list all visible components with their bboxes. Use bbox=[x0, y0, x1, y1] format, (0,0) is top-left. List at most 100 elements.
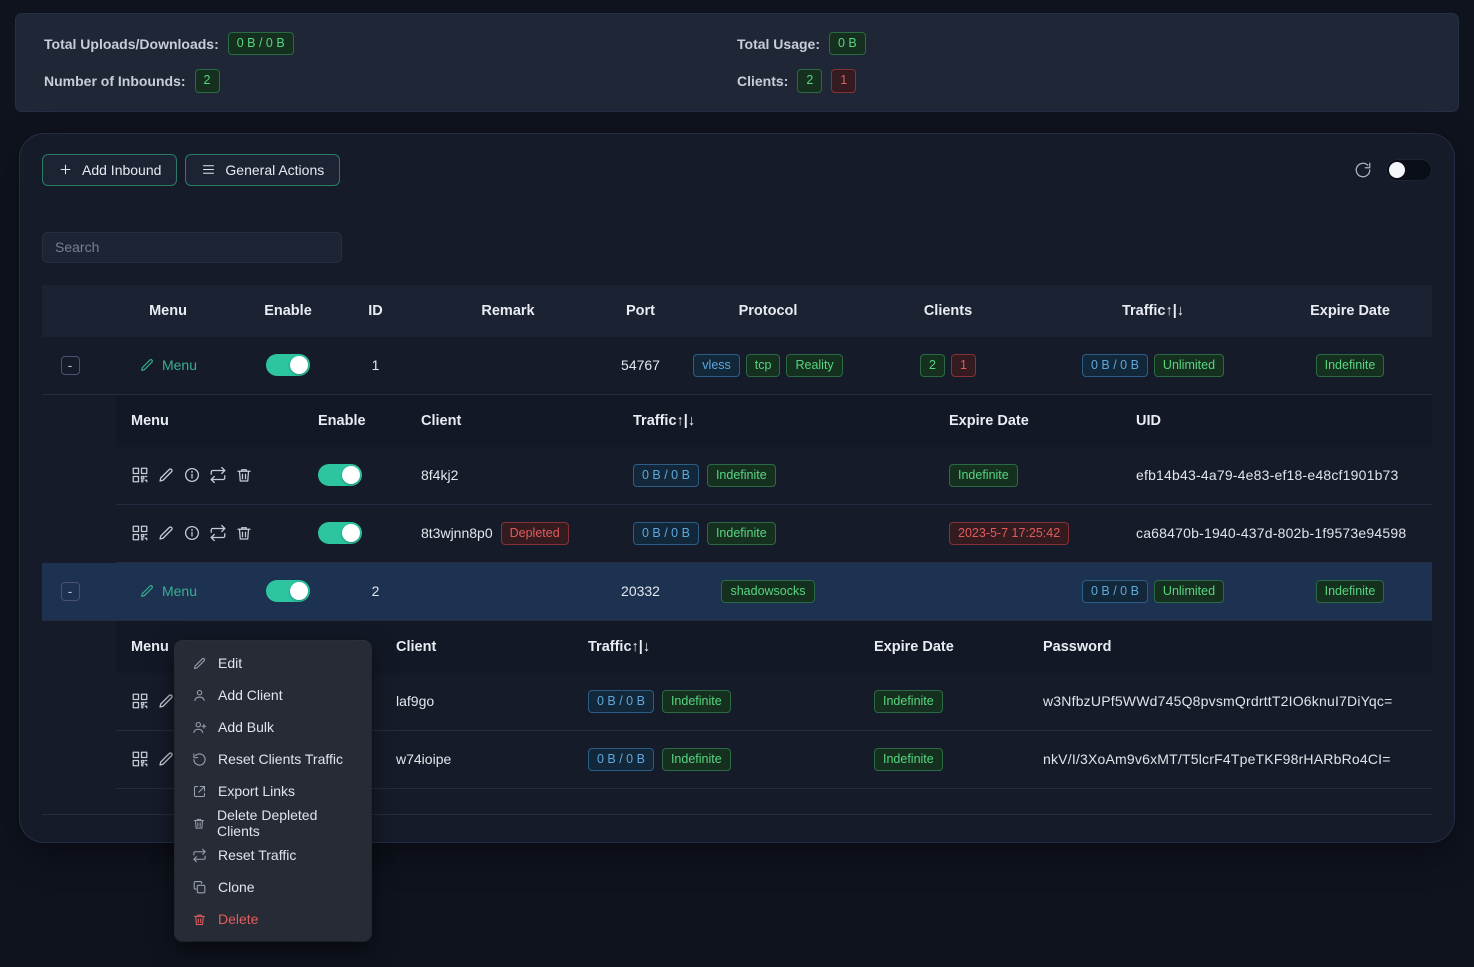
traffic-total-badge: Indefinite bbox=[662, 690, 731, 713]
client-name: w74ioipe bbox=[381, 751, 573, 767]
expire-badge: Indefinite bbox=[1316, 354, 1385, 377]
enable-toggle[interactable] bbox=[318, 522, 362, 544]
menu-item-reset-clients-traffic[interactable]: Reset Clients Traffic bbox=[175, 743, 371, 775]
clients-table-header: Menu Enable Client Traffic↑|↓ Expire Dat… bbox=[116, 395, 1432, 447]
search-input[interactable] bbox=[42, 232, 342, 263]
client-uid: efb14b43-4a79-4e83-ef18-e48cf1901b73 bbox=[1121, 467, 1432, 483]
qr-code-button[interactable] bbox=[131, 750, 149, 768]
collapse-row-button[interactable]: - bbox=[61, 582, 80, 601]
menu-item-label: Add Client bbox=[218, 687, 283, 703]
menu-item-clone[interactable]: Clone bbox=[175, 871, 371, 903]
reset-client-traffic-button[interactable] bbox=[209, 466, 227, 484]
header-password: Password bbox=[1028, 639, 1432, 655]
inbound-port: 54767 bbox=[603, 357, 678, 373]
toggle-knob bbox=[342, 524, 360, 542]
pencil-icon bbox=[157, 466, 175, 484]
menu-item-add-bulk[interactable]: Add Bulk bbox=[175, 711, 371, 743]
header-port: Port bbox=[603, 303, 678, 319]
client-name-cell: 8t3wjnn8p0 Depleted bbox=[406, 522, 618, 545]
inbound-context-menu: Edit Add Client Add Bulk Reset Clients T… bbox=[175, 641, 371, 941]
inbound-clients-counts: 2 1 bbox=[858, 354, 1038, 377]
inbound-traffic: 0 B / 0 B Unlimited bbox=[1038, 580, 1268, 603]
header-menu: Menu bbox=[116, 413, 303, 429]
stat-total-usage-label: Total Usage: bbox=[737, 36, 820, 52]
enable-toggle[interactable] bbox=[318, 464, 362, 486]
edit-client-button[interactable] bbox=[157, 466, 175, 484]
refresh-button[interactable] bbox=[1354, 161, 1372, 179]
client-info-button[interactable] bbox=[183, 466, 201, 484]
client-info-button[interactable] bbox=[183, 524, 201, 542]
toolbar-right bbox=[1354, 159, 1432, 181]
collapse-row-button[interactable]: - bbox=[61, 356, 80, 375]
clone-icon bbox=[192, 880, 207, 895]
protocol-badge: vless bbox=[693, 354, 739, 377]
menu-item-export-links[interactable]: Export Links bbox=[175, 775, 371, 807]
menu-item-add-client[interactable]: Add Client bbox=[175, 679, 371, 711]
inbound-expire: Indefinite bbox=[1268, 580, 1432, 603]
menu-item-label: Reset Clients Traffic bbox=[218, 751, 343, 767]
dark-mode-toggle[interactable] bbox=[1386, 159, 1432, 181]
stat-uploads-downloads: Total Uploads/Downloads: 0 B / 0 B bbox=[44, 32, 737, 55]
qr-code-icon bbox=[131, 750, 149, 768]
refresh-icon bbox=[1354, 161, 1372, 179]
repeat-icon bbox=[192, 848, 207, 863]
qr-code-button[interactable] bbox=[131, 466, 149, 484]
toggle-knob bbox=[290, 582, 308, 600]
expire-badge: Indefinite bbox=[1316, 580, 1385, 603]
qr-code-button[interactable] bbox=[131, 524, 149, 542]
header-traffic[interactable]: Traffic↑|↓ bbox=[618, 413, 934, 429]
general-actions-button[interactable]: General Actions bbox=[185, 154, 340, 186]
expire-badge: 2023-5-7 17:25:42 bbox=[949, 522, 1069, 545]
stat-uploads-downloads-label: Total Uploads/Downloads: bbox=[44, 36, 219, 52]
expire-badge: Indefinite bbox=[949, 464, 1018, 487]
delete-client-button[interactable] bbox=[235, 466, 253, 484]
traffic-badge: 0 B / 0 B bbox=[633, 522, 699, 545]
header-uid: UID bbox=[1121, 413, 1432, 429]
inbound-id: 1 bbox=[338, 357, 413, 373]
client-traffic: 0 B / 0 B Indefinite bbox=[618, 464, 934, 487]
inbound-row-1: - Menu 1 54767 vless tcp Reality 2 1 0 bbox=[42, 337, 1432, 395]
client-uid: ca68470b-1940-437d-802b-1f9573e94598 bbox=[1121, 525, 1432, 541]
client-name: 8f4kj2 bbox=[406, 467, 618, 483]
pencil-icon bbox=[157, 692, 175, 710]
enable-toggle[interactable] bbox=[266, 580, 310, 602]
edit-client-button[interactable] bbox=[157, 692, 175, 710]
header-clients: Clients bbox=[858, 303, 1038, 319]
trash-icon bbox=[235, 524, 253, 542]
inbound-menu-button[interactable]: Menu bbox=[139, 583, 197, 599]
general-actions-label: General Actions bbox=[225, 162, 324, 178]
edit-client-button[interactable] bbox=[157, 524, 175, 542]
delete-client-button[interactable] bbox=[235, 524, 253, 542]
menu-item-delete[interactable]: Delete bbox=[175, 903, 371, 935]
client-name: laf9go bbox=[381, 693, 573, 709]
clients-depleted-badge: 1 bbox=[951, 354, 976, 377]
add-inbound-button[interactable]: Add Inbound bbox=[42, 154, 177, 186]
header-traffic[interactable]: Traffic↑|↓ bbox=[1038, 303, 1268, 319]
client-password: w3NfbzUPf5WWd745Q8pvsmQrdrttT2IO6knuI7Di… bbox=[1028, 693, 1432, 709]
header-client: Client bbox=[406, 413, 618, 429]
protocol-badge: Reality bbox=[786, 354, 842, 377]
pencil-icon bbox=[192, 656, 207, 671]
traffic-badge: 0 B / 0 B bbox=[1082, 580, 1148, 603]
client-expire: Indefinite bbox=[934, 464, 1121, 487]
plus-icon bbox=[58, 162, 73, 177]
menu-item-reset-traffic[interactable]: Reset Traffic bbox=[175, 839, 371, 871]
header-traffic[interactable]: Traffic↑|↓ bbox=[573, 639, 859, 655]
menu-item-label: Delete bbox=[218, 911, 258, 927]
header-enable: Enable bbox=[238, 303, 338, 319]
toolbar: Add Inbound General Actions bbox=[42, 154, 1432, 186]
qr-code-button[interactable] bbox=[131, 692, 149, 710]
enable-toggle[interactable] bbox=[266, 354, 310, 376]
header-protocol: Protocol bbox=[678, 303, 858, 319]
menu-item-edit[interactable]: Edit bbox=[175, 647, 371, 679]
edit-client-button[interactable] bbox=[157, 750, 175, 768]
pencil-icon bbox=[157, 750, 175, 768]
trash-icon bbox=[192, 816, 206, 831]
stat-uploads-downloads-value: 0 B / 0 B bbox=[228, 32, 294, 55]
inbound-menu-button[interactable]: Menu bbox=[139, 357, 197, 373]
stat-clients-depleted-value: 1 bbox=[831, 69, 856, 92]
menu-item-delete-depleted-clients[interactable]: Delete Depleted Clients bbox=[175, 807, 371, 839]
reset-client-traffic-button[interactable] bbox=[209, 524, 227, 542]
stat-number-of-inbounds-value: 2 bbox=[195, 69, 220, 92]
traffic-total-badge: Unlimited bbox=[1154, 354, 1224, 377]
